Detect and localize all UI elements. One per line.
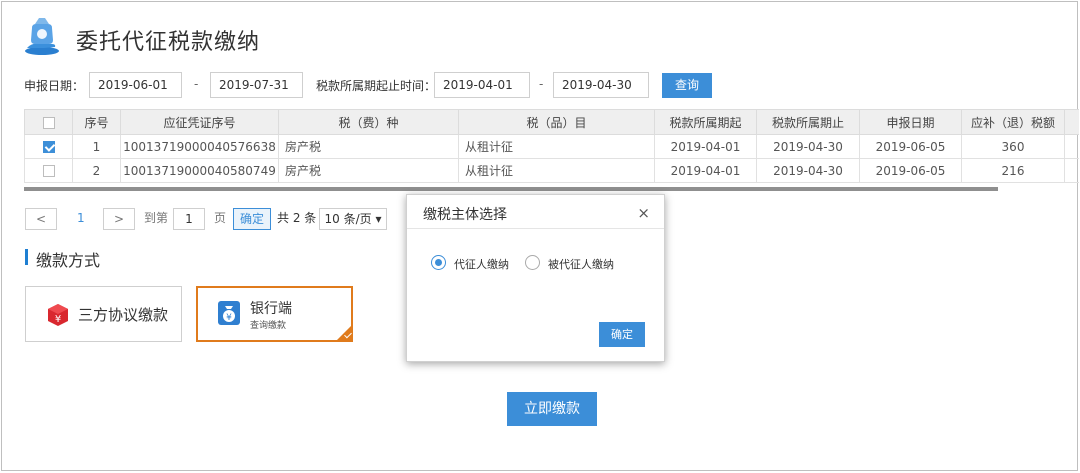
col-header: 税款所属期起 xyxy=(654,109,757,135)
payment-section-title: 缴款方式 xyxy=(36,251,101,270)
col-header: 应征凭证序号 xyxy=(120,109,279,135)
page-number-input[interactable]: 1 xyxy=(173,208,205,230)
cell-amount: 360 xyxy=(961,134,1065,159)
current-page[interactable]: 1 xyxy=(77,208,85,230)
declare-date-label: 申报日期： xyxy=(24,79,85,93)
page-size-select[interactable]: 10 条/页 ▾ xyxy=(319,208,387,230)
tripartite-cube-icon: ¥ xyxy=(48,304,68,326)
tripartite-payment-label: 三方协议缴款 xyxy=(78,306,169,324)
cell-index: 1 xyxy=(72,134,121,159)
radio-agent-pays-label[interactable]: 代征人缴纳 xyxy=(454,256,509,272)
period-separator: - xyxy=(539,77,544,91)
cell-voucher: 10013719000040576638 xyxy=(120,134,279,159)
declare-start-input[interactable]: 2019-06-01 xyxy=(89,72,182,98)
select-all-checkbox[interactable] xyxy=(42,116,55,129)
bank-payment-sublabel: 查询缴款 xyxy=(250,321,287,331)
period-start-input[interactable]: 2019-04-01 xyxy=(434,72,530,98)
date-separator: - xyxy=(194,77,199,91)
cell-period-start: 2019-04-01 xyxy=(654,158,757,183)
pay-now-button[interactable]: 立即缴款 xyxy=(507,392,597,426)
cell-tax-type: 房产税 xyxy=(278,134,459,159)
declare-end-input[interactable]: 2019-07-31 xyxy=(210,72,303,98)
section-accent-bar xyxy=(25,249,28,265)
col-header: 应补（退）税额 xyxy=(961,109,1065,135)
col-header: 税（费）种 xyxy=(278,109,459,135)
tripartite-payment-option[interactable]: ¥ 三方协议缴款 xyxy=(25,286,182,342)
radio-agent-pays[interactable] xyxy=(431,255,446,270)
row-checkbox[interactable] xyxy=(42,141,55,153)
bank-moneybag-icon: ¥ xyxy=(218,301,240,325)
close-icon[interactable]: × xyxy=(637,204,650,222)
cell-declare-date: 2019-06-05 xyxy=(859,134,962,159)
radio-principal-pays[interactable] xyxy=(525,255,540,270)
payer-select-dialog: 缴税主体选择 × 代征人缴纳 被代征人缴纳 确定 xyxy=(406,194,665,362)
goto-label: 到第 xyxy=(144,211,169,225)
cell-period-end: 2019-04-30 xyxy=(756,158,860,183)
page-unit-label: 页 xyxy=(214,211,227,225)
period-label: 税款所属期起止时间： xyxy=(316,79,437,93)
period-end-input[interactable]: 2019-04-30 xyxy=(553,72,649,98)
goto-confirm-button[interactable]: 确定 xyxy=(233,208,271,230)
cell-tax-item: 从租计征 xyxy=(458,158,655,183)
table-row[interactable]: 1 10013719000040576638 房产税 从租计征 2019-04-… xyxy=(24,134,1079,159)
dialog-title: 缴税主体选择 xyxy=(423,207,507,223)
col-header: 申报日期 xyxy=(859,109,962,135)
next-page-button[interactable]: > xyxy=(103,208,135,230)
cell-index: 2 xyxy=(72,158,121,183)
cell-declare-date: 2019-06-05 xyxy=(859,158,962,183)
col-header: 税（品）目 xyxy=(458,109,655,135)
cell-tax-item: 从租计征 xyxy=(458,134,655,159)
cell-amount: 216 xyxy=(961,158,1065,183)
cell-period-end: 2019-04-30 xyxy=(756,134,860,159)
table-horizontal-scrollbar[interactable] xyxy=(24,187,998,191)
bank-payment-label: 银行端 xyxy=(250,301,292,317)
table-header-row: 序号 应征凭证序号 税（费）种 税（品）目 税款所属期起 税款所属期止 申报日期… xyxy=(24,109,1079,135)
col-header: 税款所属期止 xyxy=(756,109,860,135)
bank-payment-option[interactable]: ¥ 银行端 查询缴款 xyxy=(196,286,353,342)
dialog-confirm-button[interactable]: 确定 xyxy=(599,322,645,347)
dialog-divider xyxy=(407,228,664,229)
col-header: 序号 xyxy=(72,109,121,135)
tax-payment-icon xyxy=(25,18,59,55)
page-title: 委托代征税款缴纳 xyxy=(76,30,261,55)
cell-voucher: 10013719000040580749 xyxy=(120,158,279,183)
radio-principal-pays-label[interactable]: 被代征人缴纳 xyxy=(548,256,614,272)
svg-text:¥: ¥ xyxy=(226,313,232,323)
table-row[interactable]: 2 10013719000040580749 房产税 从租计征 2019-04-… xyxy=(24,158,1079,183)
svg-text:¥: ¥ xyxy=(55,314,61,325)
row-checkbox[interactable] xyxy=(42,165,55,177)
prev-page-button[interactable]: < xyxy=(25,208,57,230)
cell-period-start: 2019-04-01 xyxy=(654,134,757,159)
tax-table: 序号 应征凭证序号 税（费）种 税（品）目 税款所属期起 税款所属期止 申报日期… xyxy=(24,109,1079,192)
query-button[interactable]: 查询 xyxy=(662,73,712,98)
cell-tax-type: 房产税 xyxy=(278,158,459,183)
total-count: 共 2 条 xyxy=(277,211,317,225)
